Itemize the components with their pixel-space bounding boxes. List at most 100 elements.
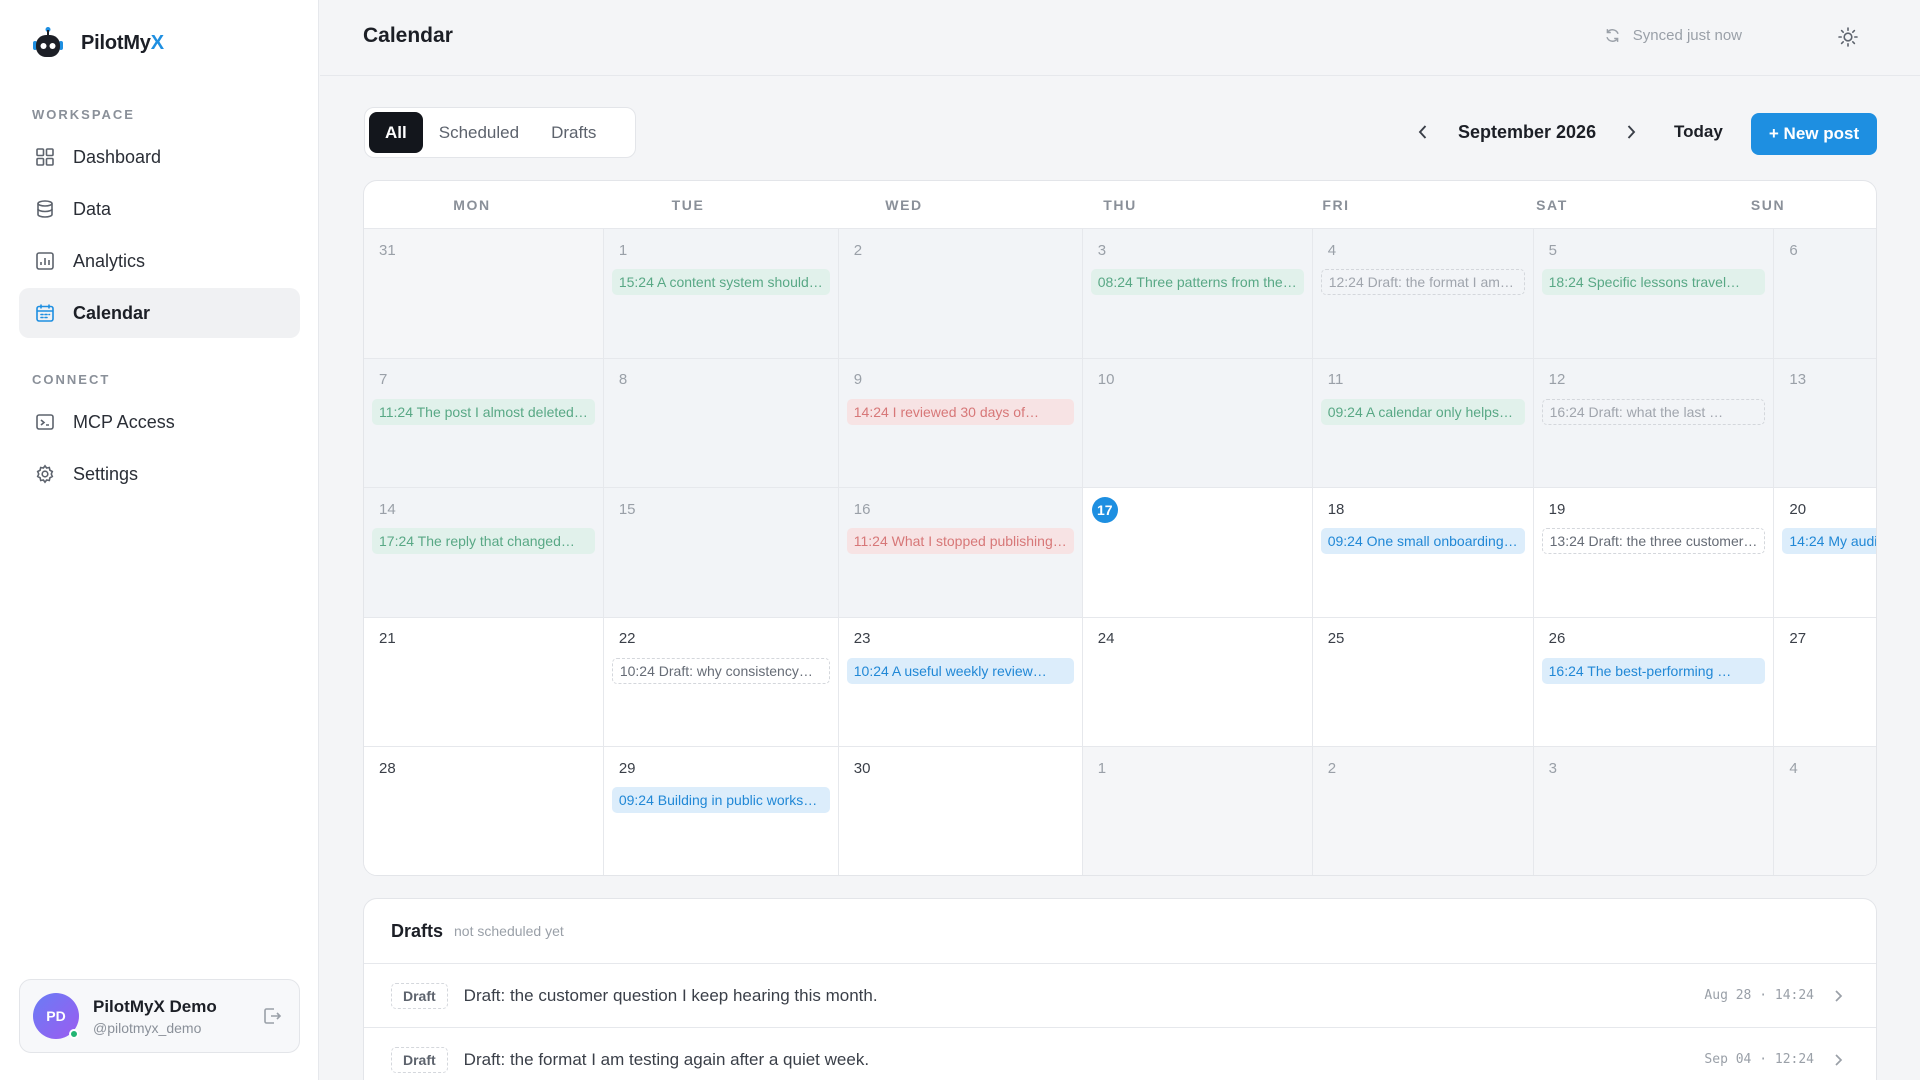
calendar-day-cell[interactable]: 24	[1082, 617, 1313, 747]
logout-icon[interactable]	[261, 1005, 283, 1027]
calendar-day-cell[interactable]: 31	[364, 229, 604, 359]
calendar-day-cell[interactable]: 2	[1312, 747, 1534, 875]
bar-chart-icon	[34, 250, 56, 272]
calendar-event-failed[interactable]: 11:24 What I stopped publishing…	[846, 528, 1074, 554]
tab-drafts[interactable]: Drafts	[535, 112, 612, 153]
calendar-event-published[interactable]: 08:24 Three patterns from the…	[1090, 269, 1304, 295]
calendar-day-cell[interactable]: 2	[838, 229, 1083, 359]
sun-icon[interactable]	[1837, 26, 1859, 48]
calendar-day-cell[interactable]: 28	[364, 747, 604, 875]
sidebar-item-label: MCP Access	[73, 411, 175, 432]
robot-logo-icon	[33, 27, 63, 57]
calendar-event-scheduled[interactable]: 16:24 The best-performing …	[1541, 657, 1766, 684]
user-name: PilotMyX Demo	[93, 996, 217, 1016]
draft-date: Sep 04 · 12:24	[1704, 1052, 1814, 1067]
sidebar-item-calendar[interactable]: Calendar	[19, 288, 300, 338]
calendar-day-cell[interactable]: 21	[364, 617, 604, 747]
calendar-day-cell[interactable]: 9 14:24 I reviewed 30 days of…	[838, 358, 1083, 488]
calendar-day-cell[interactable]: 5 18:24 Specific lessons travel…	[1533, 229, 1775, 359]
calendar-day-cell[interactable]: 23 10:24 A useful weekly review…	[838, 617, 1083, 747]
calendar-event-published[interactable]: 18:24 Specific lessons travel…	[1541, 269, 1766, 295]
chevron-right-icon	[1830, 988, 1846, 1004]
calendar-day-cell[interactable]: 10	[1082, 358, 1313, 488]
calendar-day-cell[interactable]: 15	[603, 488, 839, 618]
calendar-day-cell[interactable]: 27	[1774, 617, 1876, 747]
calendar-event-draft[interactable]: 16:24 Draft: what the last …	[1541, 398, 1766, 425]
new-post-button[interactable]: + New post	[1751, 113, 1877, 155]
calendar-event-published[interactable]: 15:24 A content system should…	[611, 269, 830, 295]
calendar-day-cell[interactable]: 20 14:24 My audience is most …	[1774, 488, 1876, 618]
tab-all[interactable]: All	[369, 112, 423, 153]
calendar-day-cell[interactable]: 13	[1774, 358, 1876, 488]
drafts-panel: Drafts not scheduled yet Draft Draft: th…	[363, 898, 1877, 1080]
calendar-event-published[interactable]: 11:24 The post I almost deleted…	[372, 398, 595, 425]
calendar-day-cell[interactable]: 14 17:24 The reply that changed…	[364, 488, 604, 618]
sidebar-item-data[interactable]: Data	[19, 184, 300, 234]
calendar-day-cell[interactable]: 18 09:24 One small onboarding…	[1312, 488, 1534, 618]
sidebar-item-mcp-access[interactable]: MCP Access	[19, 397, 300, 447]
calendar-day-cell[interactable]: 1 15:24 A content system should…	[603, 229, 839, 359]
sidebar-item-analytics[interactable]: Analytics	[19, 236, 300, 286]
calendar-event-published[interactable]: 09:24 A calendar only helps…	[1320, 398, 1525, 425]
brand-logo[interactable]: PilotMyX	[31, 26, 164, 60]
calendar-event-scheduled[interactable]: 14:24 My audience is most …	[1782, 528, 1876, 554]
calendar-day-cell[interactable]: 3 08:24 Three patterns from the…	[1082, 229, 1313, 359]
refresh-icon	[1606, 29, 1619, 42]
calendar-event-draft[interactable]: 13:24 Draft: the three customer…	[1541, 528, 1766, 554]
day-number: 14	[379, 500, 396, 518]
sidebar-item-dashboard[interactable]: Dashboard	[19, 132, 300, 182]
calendar-day-cell[interactable]: 22 10:24 Draft: why consistency…	[603, 617, 839, 747]
calendar-day-cell[interactable]: 26 16:24 The best-performing …	[1533, 617, 1775, 747]
calendar-day-cell[interactable]: 7 11:24 The post I almost deleted…	[364, 358, 604, 488]
user-card[interactable]: PD PilotMyX Demo @pilotmyx_demo	[19, 979, 300, 1053]
calendar-day-cell[interactable]: 30	[838, 747, 1083, 875]
calendar-day-cell[interactable]: 4	[1774, 747, 1876, 875]
calendar-day-cell[interactable]: 1	[1082, 747, 1313, 875]
calendar-event-scheduled[interactable]: 10:24 A useful weekly review…	[846, 657, 1074, 684]
calendar-day-cell[interactable]: 19 13:24 Draft: the three customer…	[1533, 488, 1775, 618]
calendar-day-cell[interactable]: 6	[1774, 229, 1876, 359]
day-number: 18	[1327, 500, 1345, 518]
calendar-event-draft[interactable]: 10:24 Draft: why consistency…	[611, 657, 830, 684]
day-number: 7	[379, 371, 388, 388]
brand-name: PilotMyX	[81, 31, 164, 54]
chevron-left-icon[interactable]	[1410, 115, 1436, 149]
tab-scheduled[interactable]: Scheduled	[423, 112, 535, 153]
weekday-label: TUE	[671, 196, 705, 213]
weekday-label: THU	[1103, 196, 1137, 213]
day-number: 26	[1548, 630, 1566, 647]
chevron-right-icon[interactable]	[1618, 115, 1644, 149]
calendar-day-cell[interactable]: 25	[1312, 617, 1534, 747]
today-button[interactable]: Today	[1662, 114, 1735, 150]
calendar-day-cell[interactable]: 11 09:24 A calendar only helps…	[1312, 358, 1534, 488]
draft-row[interactable]: Draft Draft: the customer question I kee…	[364, 964, 1876, 1028]
calendar-day-cell[interactable]: 8	[603, 358, 839, 488]
day-number: 5	[1548, 241, 1557, 259]
calendar-event-failed[interactable]: 14:24 I reviewed 30 days of…	[846, 398, 1074, 425]
calendar-day-cell[interactable]: 12 16:24 Draft: what the last …	[1533, 358, 1775, 488]
day-number: 30	[853, 759, 871, 777]
draft-row[interactable]: Draft Draft: the format I am testing aga…	[364, 1028, 1876, 1080]
calendar-day-cell[interactable]: 16 11:24 What I stopped publishing…	[838, 488, 1083, 618]
topbar: Calendar Synced just now	[320, 0, 1920, 76]
calendar-event-published[interactable]: 17:24 The reply that changed…	[372, 528, 595, 554]
day-number: 16	[853, 500, 871, 518]
calendar-event-scheduled[interactable]: 09:24 One small onboarding…	[1320, 528, 1525, 554]
calendar-event-draft[interactable]: 12:24 Draft: the format I am…	[1320, 269, 1525, 295]
online-status-dot	[69, 1029, 79, 1039]
calendar-day-cell[interactable]: 17	[1082, 488, 1313, 618]
day-number: 11	[1327, 371, 1344, 388]
draft-badge: Draft	[391, 1046, 448, 1073]
weekday-label: MON	[453, 196, 491, 213]
day-number: 2	[1327, 759, 1337, 777]
calendar-event-scheduled[interactable]: 09:24 Building in public works…	[611, 787, 830, 813]
day-number: 1	[1097, 759, 1107, 777]
sidebar-item-settings[interactable]: Settings	[19, 449, 300, 499]
calendar-day-cell[interactable]: 4 12:24 Draft: the format I am…	[1312, 229, 1534, 359]
gear-icon	[34, 463, 56, 485]
calendar-day-cell[interactable]: 29 09:24 Building in public works…	[603, 747, 839, 875]
day-number: 19	[1548, 500, 1566, 518]
day-number: 2	[853, 241, 863, 259]
day-number: 20	[1789, 500, 1807, 518]
calendar-day-cell[interactable]: 3	[1533, 747, 1775, 875]
